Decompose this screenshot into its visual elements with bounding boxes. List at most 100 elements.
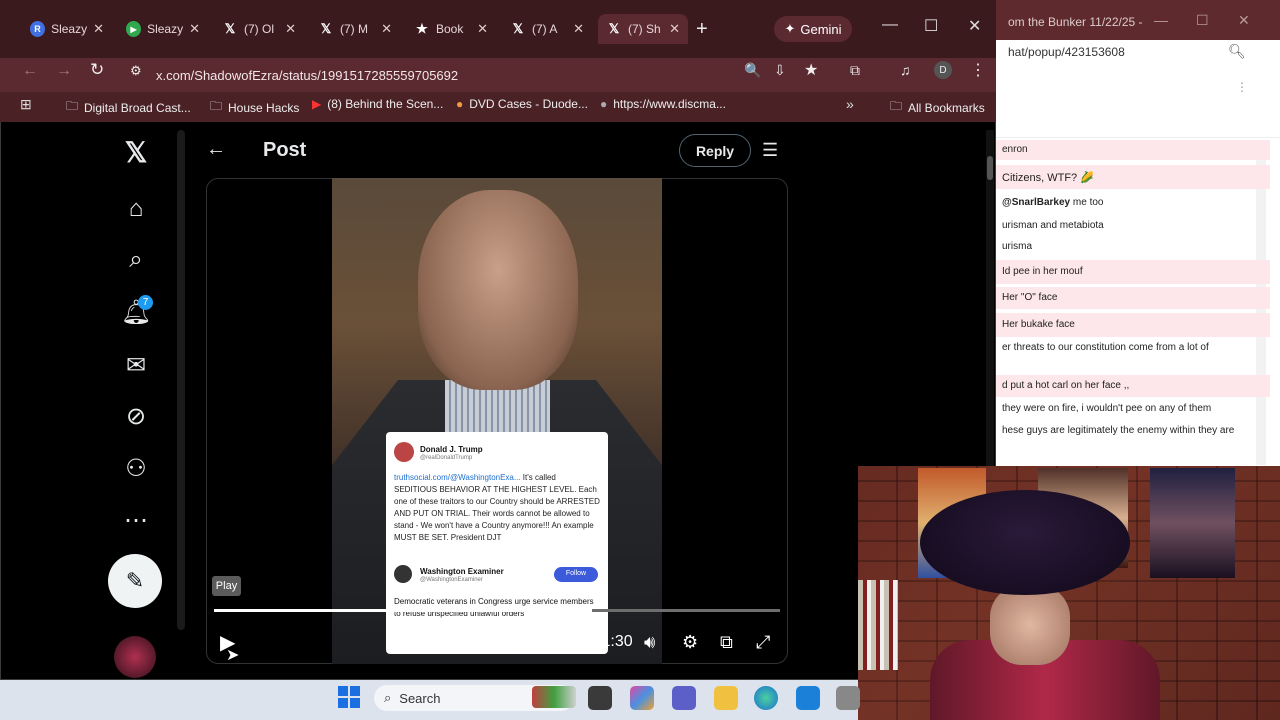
tab-3[interactable]: 𝕏 (7) Ol ✕	[214, 14, 304, 44]
x-logo-icon[interactable]: 𝕏	[120, 136, 152, 168]
windows-start-icon[interactable]	[338, 686, 360, 708]
reload-icon[interactable]: ↻	[90, 60, 104, 80]
minimize-button[interactable]: —	[882, 16, 898, 34]
bookmark-label: https://www.discma...	[613, 97, 726, 111]
video-frame-face	[418, 190, 578, 390]
more-icon[interactable]: ⋯	[120, 504, 152, 536]
lens-icon[interactable]: ⧉	[850, 62, 860, 79]
folder-icon: 🗀	[890, 99, 903, 113]
chat-message: Citizens, WTF? 🌽	[996, 165, 1270, 189]
video-progress-fill	[214, 609, 592, 612]
poster	[1150, 468, 1235, 578]
scrollbar[interactable]	[177, 130, 185, 630]
close-icon[interactable]: ✕	[669, 21, 680, 37]
address-bar[interactable]: x.com/ShadowofEzra/status/19915172855597…	[120, 62, 780, 88]
chat-message: they were on fire, i wouldn't pee on any…	[1002, 403, 1212, 414]
home-icon[interactable]: ⌂	[120, 193, 152, 225]
close-window-button[interactable]: ✕	[968, 16, 981, 36]
new-tab-button[interactable]: +	[696, 18, 708, 41]
zoom-icon[interactable]: 🔍	[744, 62, 761, 79]
search-icon[interactable]: ⌕	[120, 244, 152, 276]
chat-message: urisma	[1002, 241, 1033, 252]
back-arrow-icon[interactable]: ←	[206, 138, 226, 161]
star-icon: ★	[416, 21, 428, 36]
embedded-tweet-card: Donald J. Trump @realDonaldTrump truthso…	[386, 432, 608, 654]
avatar	[394, 565, 412, 583]
tab-6[interactable]: 𝕏 (7) A ✕	[502, 14, 592, 44]
tab-5[interactable]: ★ Book ✕	[406, 14, 496, 44]
sliders-icon[interactable]: ☰	[762, 140, 778, 161]
chevron-right-icon[interactable]: »	[846, 96, 854, 112]
avatar	[394, 442, 414, 462]
install-icon[interactable]: ⇩	[774, 62, 786, 79]
bookmark-5[interactable]: ● https://www.discma...	[600, 97, 726, 111]
menu-kebab-icon[interactable]: ⋮	[1236, 80, 1248, 94]
tab-1[interactable]: R Sleazy ✕	[22, 14, 112, 44]
grok-icon[interactable]: ⊘	[120, 400, 152, 432]
all-bookmarks[interactable]: 🗀 All Bookmarks	[890, 97, 985, 118]
maximize-button[interactable]: ☐	[1196, 12, 1209, 29]
tab-label: (7) Ol	[244, 22, 274, 36]
apps-grid-icon[interactable]: ⊞	[20, 96, 32, 113]
x-logo-icon: 𝕏	[512, 21, 524, 36]
all-bookmarks-label: All Bookmarks	[908, 100, 985, 115]
store-icon[interactable]	[796, 686, 820, 710]
sparkle-icon: ✦	[784, 21, 796, 36]
fullscreen-icon[interactable]: ⤢	[756, 632, 770, 653]
chat-message: @SnarlBarkey me too	[996, 195, 1270, 208]
media-icon[interactable]: ♫	[900, 62, 911, 78]
close-window-button[interactable]: ✕	[1238, 12, 1250, 29]
menu-kebab-icon[interactable]: ⋮	[970, 60, 986, 80]
scrollbar-thumb[interactable]	[987, 156, 993, 180]
app-icon[interactable]	[836, 686, 860, 710]
folder-icon: 🗀	[210, 99, 223, 113]
file-explorer-icon[interactable]	[714, 686, 738, 710]
close-icon[interactable]: ✕	[477, 21, 488, 37]
taskbar-search-label: Search	[399, 690, 441, 706]
forward-arrow-icon[interactable]: →	[56, 62, 72, 80]
tab-7-active[interactable]: 𝕏 (7) Sh ✕	[598, 14, 688, 44]
tab-2[interactable]: ▶ Sleazy ✕	[118, 14, 208, 44]
edge-icon[interactable]	[754, 686, 778, 710]
close-icon[interactable]: ✕	[573, 21, 584, 37]
gemini-label: Gemini	[800, 21, 842, 37]
close-icon[interactable]: ✕	[285, 21, 296, 37]
search-highlight-icon	[532, 686, 576, 708]
mouse-cursor-icon: ➤	[226, 647, 240, 664]
gemini-button[interactable]: ✦ Gemini	[774, 16, 852, 42]
avatar[interactable]	[114, 636, 156, 678]
teams-icon[interactable]	[672, 686, 696, 710]
bookmark-star-icon[interactable]: ★	[804, 60, 818, 80]
volume-icon[interactable]: 🔊︎	[644, 632, 655, 653]
close-icon[interactable]: ✕	[381, 21, 392, 37]
chat-message: er threats to our constitution come from…	[1002, 342, 1209, 353]
chat-message: Her bukake face	[996, 313, 1270, 337]
close-icon[interactable]: ✕	[93, 21, 104, 37]
back-arrow-icon[interactable]: ←	[22, 62, 38, 80]
copilot-icon[interactable]	[630, 686, 654, 710]
chat-message: Id pee in her mouf	[996, 260, 1270, 284]
bookmark-4[interactable]: ● DVD Cases - Duode...	[456, 97, 588, 111]
pip-icon[interactable]: ⧉	[720, 632, 733, 653]
search-icon[interactable]: 🔍︎	[1228, 43, 1246, 60]
close-icon[interactable]: ✕	[189, 21, 200, 37]
profile-icon[interactable]: ⚇	[120, 452, 152, 484]
chat-text: me too	[1072, 197, 1104, 208]
profile-avatar[interactable]: D	[934, 61, 952, 79]
tweet-handle: @realDonaldTrump	[420, 455, 473, 461]
tab-label: Book	[436, 22, 464, 36]
youtube-icon: ▶	[312, 97, 322, 111]
mail-icon[interactable]: ✉	[120, 349, 152, 381]
chat-message: Her "O" face	[996, 287, 1270, 309]
compose-post-button[interactable]: ✎	[108, 554, 162, 608]
bookmark-3[interactable]: ▶ (8) Behind the Scen...	[312, 97, 443, 111]
tab-4[interactable]: 𝕏 (7) M ✕	[310, 14, 400, 44]
maximize-button[interactable]: ☐	[924, 16, 938, 36]
minimize-button[interactable]: —	[1154, 12, 1168, 28]
chat-message: hese guys are legitimately the enemy wit…	[1002, 425, 1235, 436]
bookmark-2[interactable]: 🗀 House Hacks	[210, 97, 299, 118]
bookmark-1[interactable]: 🗀 Digital Broad Cast...	[66, 97, 191, 118]
reply-button[interactable]: Reply	[679, 134, 751, 167]
settings-gear-icon[interactable]: ⚙	[682, 632, 698, 653]
task-view-icon[interactable]	[588, 686, 612, 710]
